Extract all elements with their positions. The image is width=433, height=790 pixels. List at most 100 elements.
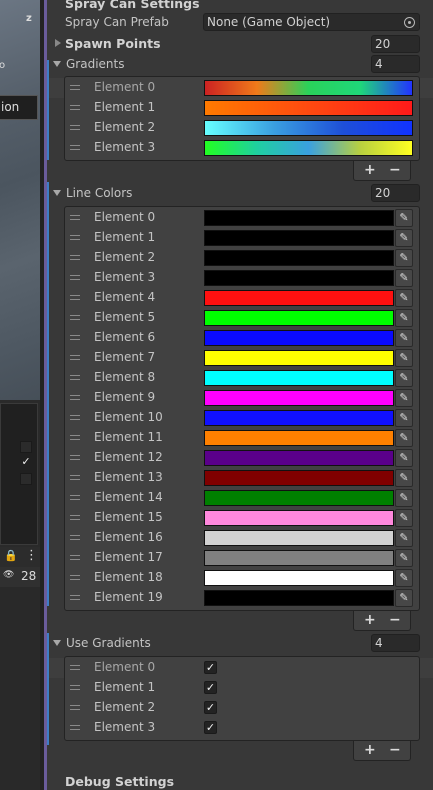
drag-handle-icon[interactable] <box>70 595 80 600</box>
eyedropper-icon[interactable]: ✎ <box>395 229 413 247</box>
eyedropper-icon[interactable]: ✎ <box>395 569 413 587</box>
color-swatch[interactable] <box>204 330 394 346</box>
drag-handle-icon[interactable] <box>70 275 80 280</box>
drag-handle-icon[interactable] <box>70 415 80 420</box>
drag-handle-icon[interactable] <box>70 535 80 540</box>
color-swatch[interactable] <box>204 390 394 406</box>
gradient-swatch[interactable] <box>204 100 413 116</box>
eyedropper-icon[interactable]: ✎ <box>395 509 413 527</box>
eyedropper-icon[interactable]: ✎ <box>395 549 413 567</box>
object-picker-icon[interactable] <box>404 17 415 28</box>
spawn-points-size-field[interactable]: 20 <box>371 35 420 53</box>
eyedropper-icon[interactable]: ✎ <box>395 249 413 267</box>
color-swatch[interactable] <box>204 490 394 506</box>
drag-handle-icon[interactable] <box>70 575 80 580</box>
drag-handle-icon[interactable] <box>70 665 80 670</box>
color-swatch[interactable] <box>204 570 394 586</box>
drag-handle-icon[interactable] <box>70 705 80 710</box>
color-swatch[interactable] <box>204 230 394 246</box>
color-swatch[interactable] <box>204 270 394 286</box>
drag-handle-icon[interactable] <box>70 315 80 320</box>
eyedropper-icon[interactable]: ✎ <box>395 469 413 487</box>
drag-handle-icon[interactable] <box>70 255 80 260</box>
use-gradients-foldout-icon[interactable] <box>53 640 61 646</box>
drag-handle-icon[interactable] <box>70 555 80 560</box>
spawn-points-label[interactable]: Spawn Points <box>65 36 161 51</box>
lock-icon[interactable]: 🔒 <box>4 549 18 562</box>
gradient-swatch[interactable] <box>204 80 413 96</box>
eyedropper-icon[interactable]: ✎ <box>395 209 413 227</box>
drag-handle-icon[interactable] <box>70 395 80 400</box>
gradient-swatch[interactable] <box>204 140 413 156</box>
drag-handle-icon[interactable] <box>70 435 80 440</box>
drag-handle-icon[interactable] <box>70 145 80 150</box>
eyedropper-icon[interactable]: ✎ <box>395 429 413 447</box>
overlay-checkbox[interactable] <box>20 441 32 453</box>
element-checkbox[interactable]: ✓ <box>204 721 217 734</box>
color-swatch[interactable] <box>204 550 394 566</box>
element-checkbox[interactable]: ✓ <box>204 701 217 714</box>
drag-handle-icon[interactable] <box>70 455 80 460</box>
eyedropper-icon[interactable]: ✎ <box>395 589 413 607</box>
add-element-button[interactable]: + <box>364 162 376 178</box>
remove-element-button[interactable]: − <box>389 742 401 758</box>
eyedropper-icon[interactable]: ✎ <box>395 449 413 467</box>
color-swatch[interactable] <box>204 530 394 546</box>
drag-handle-icon[interactable] <box>70 295 80 300</box>
eyedropper-icon[interactable]: ✎ <box>395 529 413 547</box>
drag-handle-icon[interactable] <box>70 495 80 500</box>
use-gradients-size-field[interactable]: 4 <box>371 634 420 652</box>
drag-handle-icon[interactable] <box>70 475 80 480</box>
color-swatch[interactable] <box>204 410 394 426</box>
color-swatch[interactable] <box>204 350 394 366</box>
gradients-size-field[interactable]: 4 <box>371 55 420 73</box>
color-swatch[interactable] <box>204 290 394 306</box>
color-swatch[interactable] <box>204 370 394 386</box>
eyedropper-icon[interactable]: ✎ <box>395 329 413 347</box>
eyedropper-icon[interactable]: ✎ <box>395 489 413 507</box>
drag-handle-icon[interactable] <box>70 235 80 240</box>
color-swatch[interactable] <box>204 430 394 446</box>
drag-handle-icon[interactable] <box>70 685 80 690</box>
prefab-object-field[interactable]: None (Game Object) <box>203 13 420 31</box>
hidden-eye-icon[interactable]: 👁 <box>3 570 14 580</box>
scene-view[interactable]: z o ion ✓ 🔒 ⋮ 👁 28 <box>0 0 40 790</box>
color-swatch[interactable] <box>204 250 394 266</box>
color-swatch[interactable] <box>204 210 394 226</box>
drag-handle-icon[interactable] <box>70 125 80 130</box>
eyedropper-icon[interactable]: ✎ <box>395 389 413 407</box>
use-gradients-label[interactable]: Use Gradients <box>66 636 151 650</box>
overlay-checkbox-checked[interactable]: ✓ <box>20 456 32 469</box>
more-icon[interactable]: ⋮ <box>25 548 38 563</box>
drag-handle-icon[interactable] <box>70 335 80 340</box>
gradients-label[interactable]: Gradients <box>66 57 124 71</box>
eyedropper-icon[interactable]: ✎ <box>395 409 413 427</box>
color-swatch[interactable] <box>204 310 394 326</box>
eyedropper-icon[interactable]: ✎ <box>395 309 413 327</box>
drag-handle-icon[interactable] <box>70 515 80 520</box>
color-swatch[interactable] <box>204 510 394 526</box>
line-colors-label[interactable]: Line Colors <box>66 186 132 200</box>
gradient-swatch[interactable] <box>204 120 413 136</box>
element-checkbox[interactable]: ✓ <box>204 681 217 694</box>
overlay-checkbox[interactable] <box>20 473 32 485</box>
add-element-button[interactable]: + <box>364 612 376 628</box>
drag-handle-icon[interactable] <box>70 375 80 380</box>
eyedropper-icon[interactable]: ✎ <box>395 289 413 307</box>
drag-handle-icon[interactable] <box>70 725 80 730</box>
drag-handle-icon[interactable] <box>70 105 80 110</box>
color-swatch[interactable] <box>204 590 394 606</box>
drag-handle-icon[interactable] <box>70 355 80 360</box>
eyedropper-icon[interactable]: ✎ <box>395 369 413 387</box>
eyedropper-icon[interactable]: ✎ <box>395 269 413 287</box>
color-swatch[interactable] <box>204 450 394 466</box>
line-colors-foldout-icon[interactable] <box>53 190 61 196</box>
drag-handle-icon[interactable] <box>70 85 80 90</box>
drag-handle-icon[interactable] <box>70 215 80 220</box>
spawn-points-foldout-icon[interactable] <box>55 39 61 47</box>
add-element-button[interactable]: + <box>364 742 376 758</box>
gradients-foldout-icon[interactable] <box>53 61 61 67</box>
scene-axis-gizmo[interactable]: z <box>26 13 32 24</box>
element-checkbox[interactable]: ✓ <box>204 661 217 674</box>
line-colors-size-field[interactable]: 20 <box>371 184 420 202</box>
